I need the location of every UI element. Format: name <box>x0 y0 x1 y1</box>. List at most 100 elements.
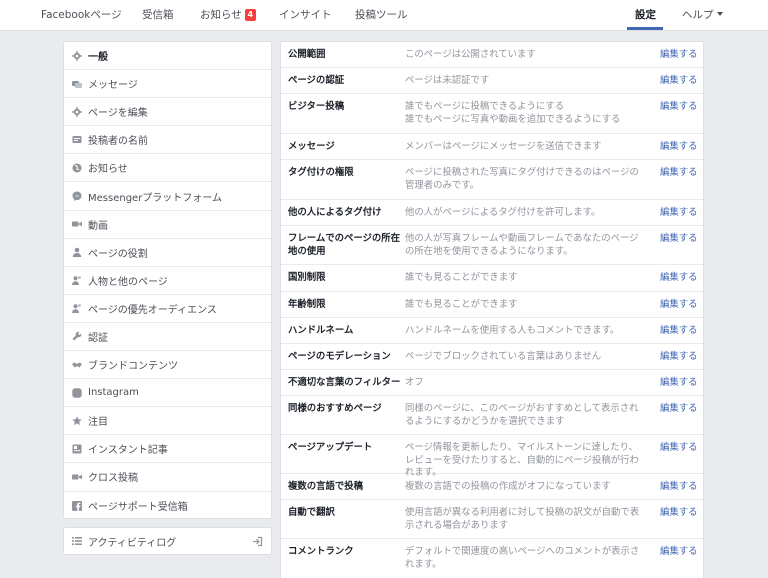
globe-icon <box>72 163 82 173</box>
caret-down-icon <box>716 12 723 16</box>
sidebar-item[interactable]: ページの役割 <box>64 239 271 267</box>
sidebar-item[interactable]: お知らせ <box>64 154 271 183</box>
sidebar-item[interactable]: 人物と他のページ <box>64 267 271 295</box>
setting-label: フレームでのページの所在地の使用 <box>288 233 401 257</box>
setting-description: 誰でも見ることができます <box>405 299 518 310</box>
nav-notifications[interactable]: お知らせ 4 <box>200 0 256 31</box>
sidebar-item-label: ページサポート受信箱 <box>88 502 188 514</box>
setting-description: 他の人が写真フレームや動画フレームであなたのページの所在地を使用できるようになり… <box>405 233 639 257</box>
edit-link[interactable]: 編集する <box>660 546 698 559</box>
setting-description: このページは公開されています <box>405 49 536 60</box>
nav-help[interactable]: ヘルプ <box>682 0 723 31</box>
settings-row: ページアップデート ページ情報を更新したり、マイルストーンに達したり、レビューを受… <box>281 435 703 478</box>
edit-link[interactable]: 編集する <box>660 141 698 154</box>
settings-table: 公開範囲 このページは公開されています 編集する ページの認証 ページは未認証です 編集す… <box>280 41 704 578</box>
settings-row: ハンドルネーム ハンドルネームを使用する人もコメントできます。 編集する <box>281 318 703 344</box>
exit-icon[interactable] <box>252 536 263 547</box>
edit-link[interactable]: 編集する <box>660 299 698 312</box>
activity-log-label: アクティビティログ <box>88 537 177 549</box>
setting-description: 同様のページに、このページがおすすめとして表示されるようにするかどうかを選択でき… <box>405 403 639 427</box>
nav-notifications-label: お知らせ <box>200 9 242 21</box>
nav-facebook-page[interactable]: Facebookページ <box>41 0 122 31</box>
video-icon <box>72 472 82 482</box>
sidebar-item-label: お知らせ <box>88 164 128 176</box>
people-icon <box>72 303 82 314</box>
settings-row: ページのモデレーション ページでブロックされている言葉はありません 編集する <box>281 344 703 370</box>
edit-link[interactable]: 編集する <box>660 75 698 88</box>
messenger-icon <box>72 191 82 202</box>
settings-row: ビジター投稿 誰でもページに投稿できるようにする 誰でもページに写真や動画を追加で… <box>281 94 703 134</box>
sidebar-item-label: 注目 <box>88 417 108 429</box>
sidebar-item[interactable]: ブランドコンテンツ <box>64 351 271 380</box>
message-icon <box>72 79 82 89</box>
setting-description: 誰でも見ることができます <box>405 272 518 283</box>
people-icon <box>72 275 82 286</box>
nav-insights[interactable]: インサイト <box>279 0 332 31</box>
edit-link[interactable]: 編集する <box>660 233 698 246</box>
sidebar-item-label: 動画 <box>88 220 108 232</box>
gear-icon <box>72 50 82 61</box>
sidebar-item[interactable]: Messengerプラットフォーム <box>64 182 271 211</box>
sidebar-item[interactable]: インスタント記事 <box>64 435 271 464</box>
setting-label: メッセージ <box>288 141 335 152</box>
setting-label: ページの認証 <box>288 75 345 86</box>
settings-row: コメントランク デフォルトで関連度の高いページへのコメントが表示されます。 編集する <box>281 539 703 578</box>
setting-label: コメントランク <box>288 546 354 557</box>
settings-row: 国別制限 誰でも見ることができます 編集する <box>281 265 703 292</box>
sidebar-item-label: 人物と他のページ <box>88 276 168 288</box>
sidebar-item[interactable]: 認証 <box>64 323 271 352</box>
sidebar-item-label: クロス投稿 <box>88 473 138 485</box>
edit-link[interactable]: 編集する <box>660 101 698 114</box>
star-icon <box>72 416 82 426</box>
sidebar-item[interactable]: ページを編集 <box>64 98 271 127</box>
setting-label: ビジター投稿 <box>288 101 345 112</box>
setting-label: 自動で翻訳 <box>288 507 335 518</box>
edit-link[interactable]: 編集する <box>660 507 698 520</box>
edit-link[interactable]: 編集する <box>660 351 698 364</box>
settings-row: 年齢制限 誰でも見ることができます 編集する <box>281 292 703 318</box>
setting-label: 年齢制限 <box>288 299 326 310</box>
edit-link[interactable]: 編集する <box>660 207 698 220</box>
activity-log-link[interactable]: アクティビティログ <box>63 527 272 555</box>
edit-link[interactable]: 編集する <box>660 272 698 285</box>
sidebar-item[interactable]: 動画 <box>64 211 271 239</box>
top-nav: Facebookページ 受信箱 お知らせ 4 インサイト 投稿ツール 設定 ヘルプ <box>0 0 768 31</box>
settings-row: メッセージ メンバーはページにメッセージを送信できます 編集する <box>281 134 703 160</box>
facebook-icon <box>72 500 82 511</box>
settings-sidebar: 一般メッセージ ページを編集投稿者の名前 お知らせ Messengerプラットフォーム… <box>63 41 272 519</box>
sidebar-item[interactable]: 投稿者の名前 <box>64 126 271 155</box>
sidebar-item[interactable]: 一般 <box>64 42 271 71</box>
edit-link[interactable]: 編集する <box>660 325 698 338</box>
sidebar-item[interactable]: メッセージ <box>64 70 271 99</box>
sidebar-item[interactable]: クロス投稿 <box>64 463 271 492</box>
nav-publishing-tools[interactable]: 投稿ツール <box>355 0 408 31</box>
setting-label: ページアップデート <box>288 442 373 453</box>
nav-inbox[interactable]: 受信箱 <box>142 0 174 31</box>
edit-link[interactable]: 編集する <box>660 403 698 416</box>
sidebar-item-label: ページの優先オーディエンス <box>88 304 217 316</box>
setting-label: 国別制限 <box>288 272 326 283</box>
sidebar-item-label: 一般 <box>88 52 108 64</box>
flag-icon <box>72 135 82 145</box>
edit-link[interactable]: 編集する <box>660 377 698 390</box>
setting-label: 不適切な言葉のフィルター <box>288 377 401 388</box>
sidebar-item[interactable]: ページの優先オーディエンス <box>64 295 271 323</box>
active-tab-indicator <box>627 27 663 30</box>
setting-label: 公開範囲 <box>288 49 326 60</box>
sidebar-item-label: 認証 <box>88 332 108 344</box>
edit-link[interactable]: 編集する <box>660 442 698 455</box>
sidebar-item[interactable]: ページサポート受信箱 <box>64 492 271 520</box>
sidebar-item-label: インスタント記事 <box>88 445 168 457</box>
setting-label: 他の人によるタグ付け <box>288 207 382 218</box>
settings-row: タグ付けの権限 ページに投稿された写真にタグ付けできるのはページの管理者のみです。… <box>281 160 703 200</box>
edit-link[interactable]: 編集する <box>660 167 698 180</box>
setting-description: オフ <box>405 377 424 388</box>
edit-link[interactable]: 編集する <box>660 481 698 494</box>
sidebar-item-label: Instagram <box>88 387 139 399</box>
edit-link[interactable]: 編集する <box>660 49 698 62</box>
sidebar-item-label: 投稿者の名前 <box>88 136 148 148</box>
setting-label: 複数の言語で投稿 <box>288 481 364 492</box>
sidebar-item-label: ブランドコンテンツ <box>88 361 178 373</box>
sidebar-item[interactable]: Instagram <box>64 379 271 408</box>
sidebar-item[interactable]: 注目 <box>64 407 271 436</box>
